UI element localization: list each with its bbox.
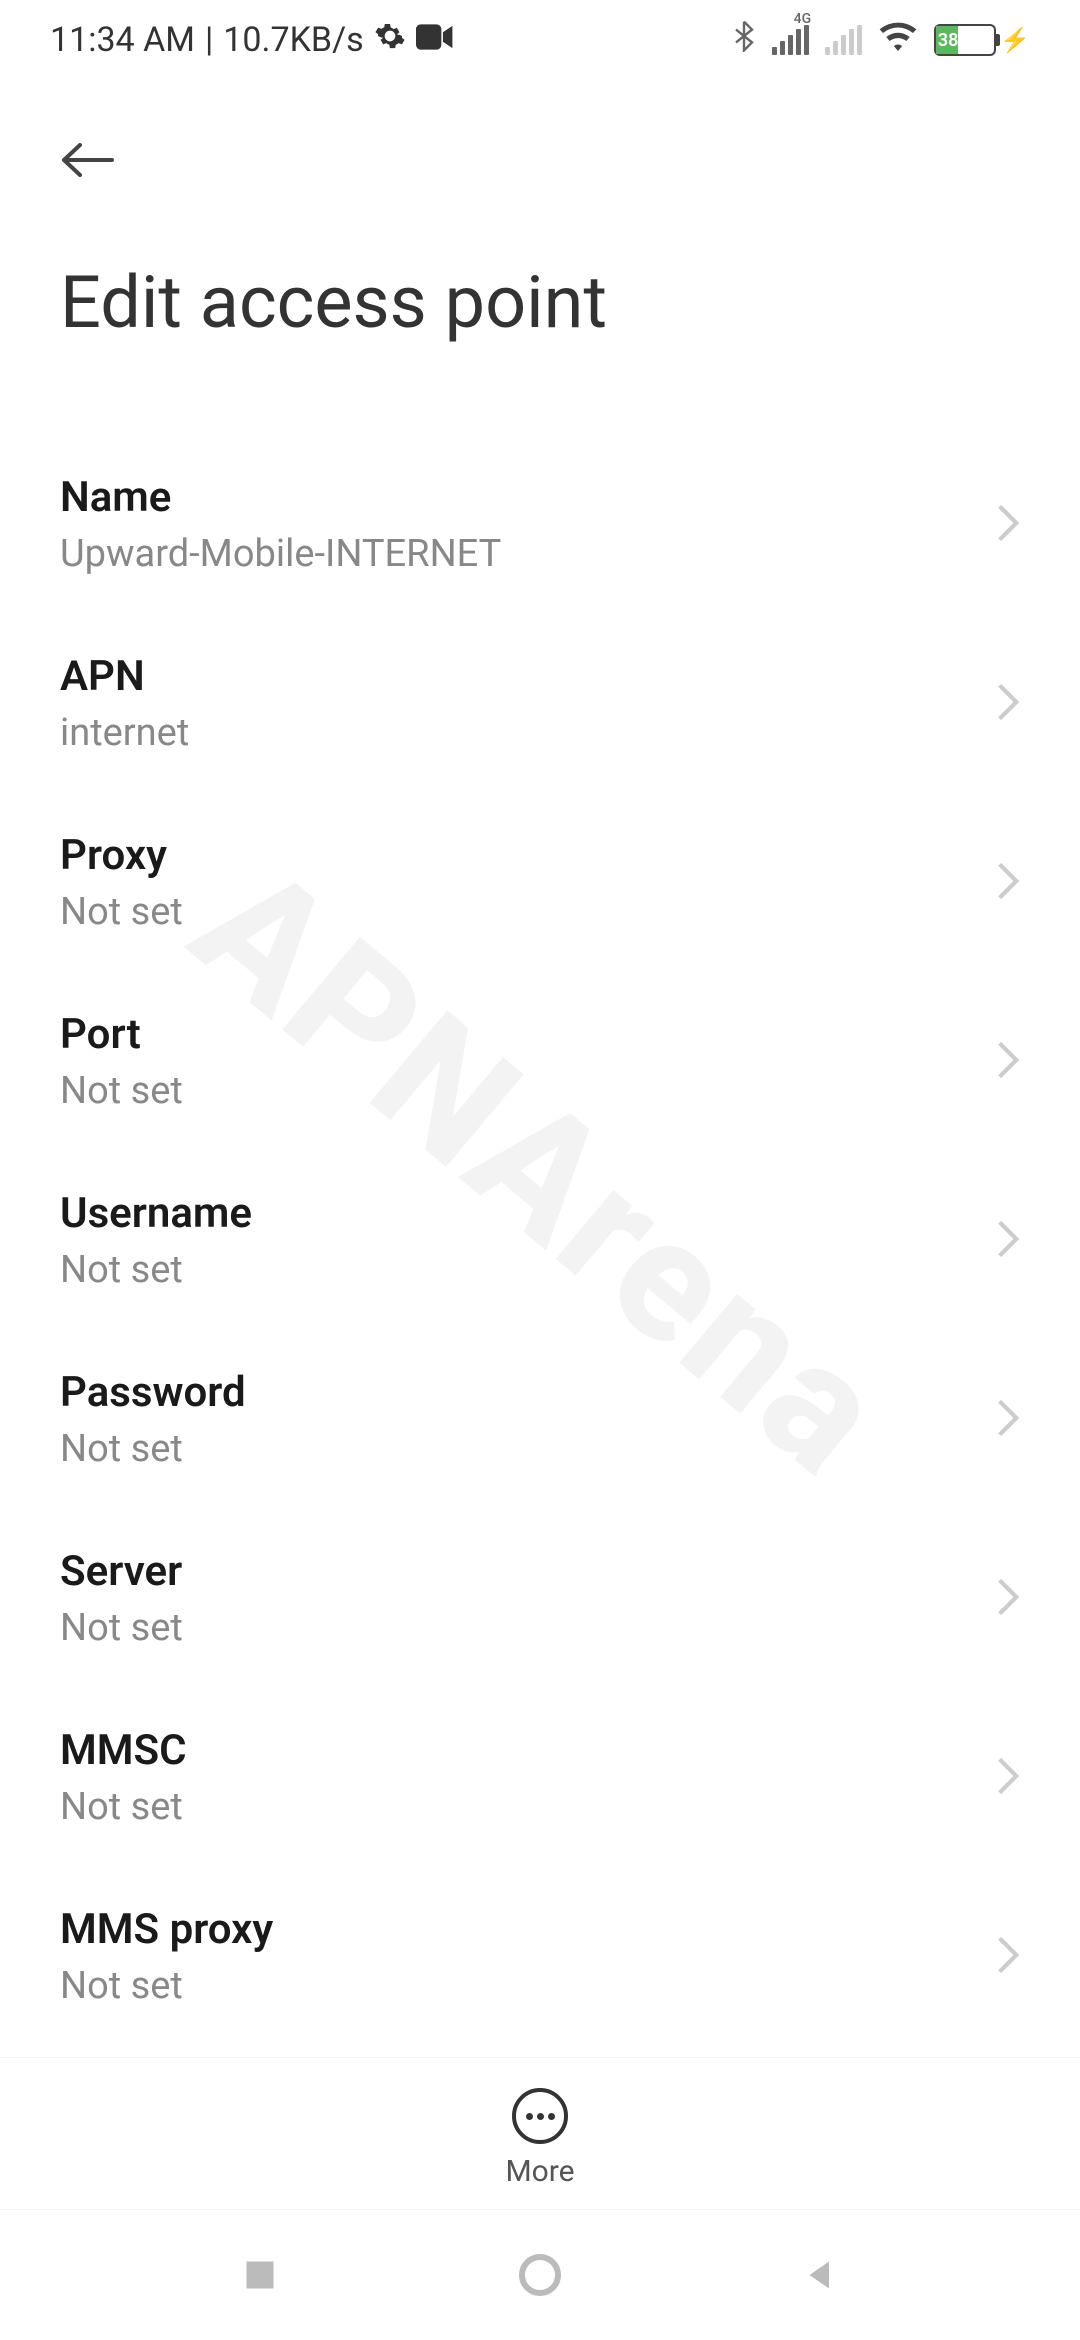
setting-label: MMSC <box>60 1726 187 1775</box>
chevron-right-icon <box>996 861 1020 905</box>
video-icon <box>416 20 454 60</box>
signal-icon-2 <box>825 25 862 55</box>
setting-value: Not set <box>60 1069 183 1113</box>
chevron-right-icon <box>996 1219 1020 1263</box>
setting-value: Not set <box>60 1964 273 2008</box>
back-button[interactable] <box>60 130 120 190</box>
setting-row-name[interactable]: Name Upward-Mobile-INTERNET <box>0 435 1080 614</box>
setting-label: MMS proxy <box>60 1905 273 1954</box>
setting-row-mmsc[interactable]: MMSC Not set <box>0 1688 1080 1867</box>
setting-label: Password <box>60 1368 246 1417</box>
setting-label: Server <box>60 1547 183 1596</box>
status-bar: 11:34 AM | 10.7KB/s 4G <box>0 0 1080 80</box>
setting-value: Not set <box>60 1606 183 1650</box>
header: Edit access point <box>0 80 1080 345</box>
home-button[interactable] <box>512 2247 568 2303</box>
setting-value: Not set <box>60 890 183 934</box>
chevron-right-icon <box>996 1756 1020 1800</box>
bottom-action-bar: More <box>0 2057 1080 2210</box>
setting-value: Not set <box>60 1427 246 1471</box>
bluetooth-icon <box>732 20 756 61</box>
wifi-icon <box>878 20 918 61</box>
gear-icon <box>374 20 406 61</box>
setting-label: Proxy <box>60 831 183 880</box>
chevron-right-icon <box>996 1398 1020 1442</box>
setting-row-mms-proxy[interactable]: MMS proxy Not set <box>0 1867 1080 2046</box>
setting-label: Name <box>60 473 501 522</box>
status-left: 11:34 AM | 10.7KB/s <box>50 20 454 61</box>
recent-apps-button[interactable] <box>232 2247 288 2303</box>
system-nav-bar <box>0 2210 1080 2340</box>
settings-list: Name Upward-Mobile-INTERNET APN internet… <box>0 435 1080 2046</box>
setting-row-server[interactable]: Server Not set <box>0 1509 1080 1688</box>
charging-icon: ⚡ <box>1000 26 1030 54</box>
chevron-right-icon <box>996 1935 1020 1979</box>
status-netspeed: 10.7KB/s <box>223 20 363 60</box>
back-nav-button[interactable] <box>792 2247 848 2303</box>
battery-indicator: 38 ⚡ <box>934 24 1030 56</box>
battery-level: 38 <box>936 26 958 54</box>
chevron-right-icon <box>996 503 1020 547</box>
chevron-right-icon <box>996 682 1020 726</box>
setting-row-port[interactable]: Port Not set <box>0 972 1080 1151</box>
signal-icon-1: 4G <box>772 25 809 55</box>
setting-value: Upward-Mobile-INTERNET <box>60 532 501 576</box>
chevron-right-icon <box>996 1577 1020 1621</box>
status-time: 11:34 AM <box>50 20 195 60</box>
more-button[interactable] <box>512 2088 568 2144</box>
setting-row-password[interactable]: Password Not set <box>0 1330 1080 1509</box>
setting-row-apn[interactable]: APN internet <box>0 614 1080 793</box>
setting-label: Port <box>60 1010 183 1059</box>
setting-label: APN <box>60 652 189 701</box>
more-label: More <box>505 2154 574 2189</box>
setting-label: Username <box>60 1189 252 1238</box>
setting-row-username[interactable]: Username Not set <box>0 1151 1080 1330</box>
page-title: Edit access point <box>60 260 1020 345</box>
setting-row-proxy[interactable]: Proxy Not set <box>0 793 1080 972</box>
setting-value: internet <box>60 711 189 755</box>
status-right: 4G 38 ⚡ <box>732 20 1030 61</box>
setting-value: Not set <box>60 1785 187 1829</box>
chevron-right-icon <box>996 1040 1020 1084</box>
setting-value: Not set <box>60 1248 252 1292</box>
